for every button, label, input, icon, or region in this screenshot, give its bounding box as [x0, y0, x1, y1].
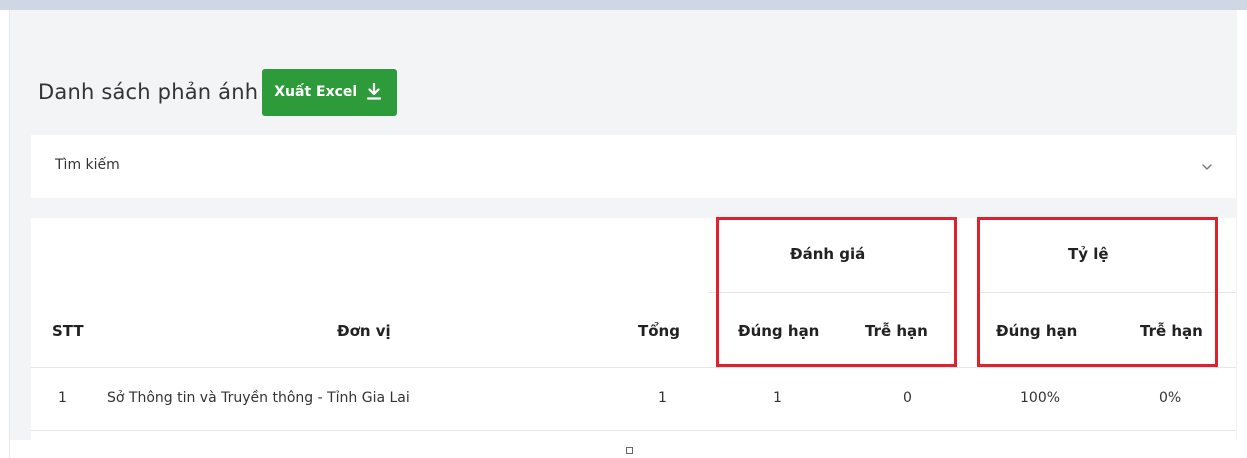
- cell-danh-gia-dung-han: 1: [773, 390, 782, 406]
- resize-handle[interactable]: [626, 447, 633, 454]
- row-divider: [31, 430, 1236, 431]
- left-edge: [0, 10, 10, 458]
- cell-ty-le-dung-han: 100%: [1020, 390, 1061, 406]
- cell-don-vi: Sở Thông tin và Truyền thông - Tỉnh Gia …: [107, 390, 410, 406]
- search-label: Tìm kiếm: [55, 157, 120, 173]
- chevron-down-icon[interactable]: [1200, 159, 1214, 173]
- search-panel[interactable]: Tìm kiếm: [31, 135, 1236, 198]
- cell-danh-gia-tre-han: 0: [903, 390, 912, 406]
- column-header-stt: STT: [52, 322, 84, 340]
- cell-stt: 1: [58, 390, 67, 406]
- column-header-don-vi: Đơn vị: [337, 322, 391, 340]
- download-icon: [367, 82, 382, 101]
- cell-tong: 1: [658, 390, 667, 406]
- export-excel-label: Xuất Excel: [274, 84, 358, 100]
- header-bottom-divider: [31, 367, 1236, 368]
- highlight-box-danh-gia: [716, 217, 957, 367]
- page-title: Danh sách phản ánh: [38, 80, 259, 104]
- top-bar: [0, 0, 1247, 10]
- column-header-tong: Tổng: [638, 322, 680, 340]
- export-excel-button[interactable]: Xuất Excel: [262, 68, 398, 116]
- cell-ty-le-tre-han: 0%: [1159, 390, 1182, 406]
- highlight-box-ty-le: [977, 217, 1218, 367]
- title-row: Danh sách phản ánh Xuất Excel: [38, 68, 398, 116]
